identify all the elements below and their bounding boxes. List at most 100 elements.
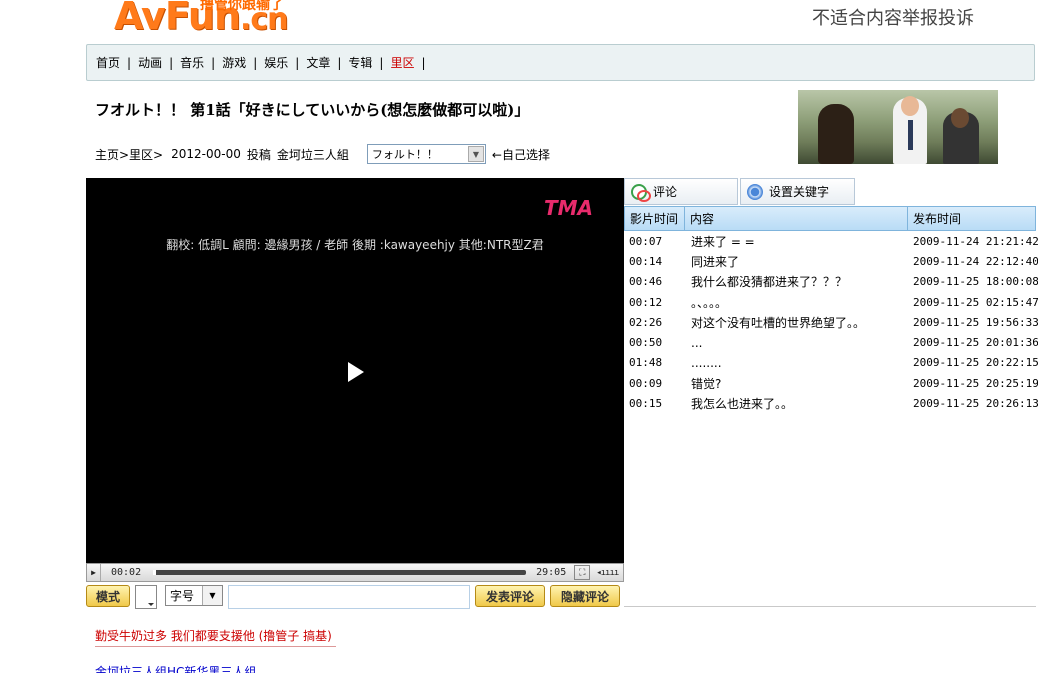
comment-content: 我怎么也进来了。。 [691,397,794,412]
nav-link[interactable]: 游戏 [222,54,246,71]
site-logo[interactable]: AvFun.cn 撸管你跟输了 [114,0,294,38]
comment-time: 00:14 [629,254,663,268]
column-header-posted[interactable]: 发布时间 [908,207,1035,230]
thumbnail-figure [943,108,979,164]
nav-link[interactable]: 文章 [306,54,330,71]
tab-keywords[interactable]: 设置关键字 [740,178,855,205]
comment-content: ........ [691,355,722,370]
comments-list: 00:07 进来了 = = 2009-11-24 21:21:42 00:14 同进来了… [624,231,1038,414]
comment-time: 00:09 [629,376,663,390]
nav-item: 游戏 | [222,54,264,71]
player-controls: ▶ 00:02 29:05 ⛶ ◂ıııı [86,563,624,582]
nav-link[interactable]: 专辑 [348,54,372,71]
comment-posted: 2009-11-24 21:21:42 [913,234,1038,248]
nav-link[interactable]: 动画 [138,54,162,71]
nav-separator: | [421,55,426,70]
post-comment-button[interactable]: 发表评论 [475,585,545,607]
mode-button[interactable]: 模式 [86,585,130,607]
comment-time: 00:50 [629,336,663,350]
current-time: 00:02 [111,567,142,578]
hide-comments-button[interactable]: 隐藏评论 [550,585,620,607]
comment-row[interactable]: 00:50... 2009-11-25 20:01:36 [624,332,1038,352]
play-pause-button[interactable]: ▶ [87,564,101,581]
uploader-name[interactable]: 金坷垃三人組 [277,146,349,163]
comment-row[interactable]: 00:15 我怎么也进来了。。 2009-11-25 20:26:13 [624,393,1038,413]
column-header-content[interactable]: 内容 [685,207,908,230]
comment-time: 00:12 [629,295,663,309]
comment-time: 01:48 [629,356,663,370]
nav-separator: | [253,55,258,70]
nav-item: 里区 | [390,54,432,71]
gear-icon [747,183,763,200]
logo-tagline: 撸管你跟输了 [200,0,284,13]
comment-time: 02:26 [629,315,663,329]
font-size-label: 字号 [170,589,195,603]
report-content-link[interactable]: 不适合内容举报投诉 [812,4,974,30]
main-navigation: 首页 | 动画 | 音乐 | 游戏 | 娱乐 | 文章 | 专辑 | 里区 | [86,44,1035,81]
comment-posted: 2009-11-24 22:12:40 [913,254,1038,268]
comment-row[interactable]: 00:14 同进来了 2009-11-24 22:12:40 [624,251,1038,271]
comment-posted: 2009-11-25 20:25:19 [913,376,1038,390]
color-picker[interactable] [135,585,157,609]
comment-content: 。、。。。 [691,295,728,310]
part-select-value: フォルト！！ [371,148,438,161]
chevron-down-icon[interactable]: ▼ [202,586,222,605]
comment-time: 00:15 [629,397,663,411]
nav-item: 音乐 | [180,54,222,71]
nav-separator: | [127,55,132,70]
font-size-select[interactable]: 字号 ▼ [165,585,223,606]
comment-icon [631,183,651,202]
chevron-down-icon[interactable]: ▼ [467,146,484,162]
comment-content: 同进来了 [691,254,740,269]
comment-row[interactable]: 02:26 对这个没有吐槽的世界绝望了。。 2009-11-25 19:56:33 [624,312,1038,332]
notice-link[interactable]: 勤受牛奶过多 我们都要支援他 (撸管子 搞基) [95,627,336,647]
subtitle-credits: 翻校: 低調L 顧問: 邊緣男孩 / 老師 後期 :kawayeehjy 其他:… [166,238,544,252]
comment-time: 00:07 [629,234,663,248]
comment-posted: 2009-11-25 20:01:36 [913,336,1038,350]
part-select-hint: ←自己选择 [491,147,550,162]
comment-row[interactable]: 00:12 。、。。。 2009-11-25 02:15:47 [624,292,1038,312]
part-select[interactable]: フォルト！！ ▼ [366,144,486,164]
comments-panel: 评论 设置关键字 影片时间 内容 发布时间 00:07 进来了 = = 2009-1… [624,178,1038,607]
breadcrumb[interactable]: 主页>里区> [95,146,163,163]
video-player[interactable]: TMA 翻校: 低調L 顧問: 邊緣男孩 / 老師 後期 :kawayeehjy… [86,178,624,563]
studio-watermark: TMA [544,196,594,220]
seek-bar[interactable] [153,570,527,575]
nav-separator: | [211,55,216,70]
comment-content: 对这个没有吐槽的世界绝望了。。 [691,315,866,330]
nav-separator: | [337,55,342,70]
column-header-time[interactable]: 影片时间 [625,207,685,230]
nav-separator: | [169,55,174,70]
seek-bar-fill [153,570,157,575]
nav-link[interactable]: 娱乐 [264,54,288,71]
comment-posted: 2009-11-25 20:22:15 [913,356,1038,370]
nav-link[interactable]: 音乐 [180,54,204,71]
comment-row[interactable]: 00:09 错觉? 2009-11-25 20:25:19 [624,373,1038,393]
play-icon[interactable] [348,362,364,382]
comment-posted: 2009-11-25 02:15:47 [913,295,1038,309]
nav-separator: | [379,55,384,70]
tab-comments[interactable]: 评论 [624,178,738,205]
nav-link[interactable]: 首页 [96,54,120,71]
comment-row[interactable]: 00:07 进来了 = = 2009-11-24 21:21:42 [624,231,1038,251]
comment-input[interactable] [228,585,470,609]
comment-content: ... [691,335,703,350]
comment-posted: 2009-11-25 19:56:33 [913,315,1038,329]
comment-toolbar: 模式 字号 ▼ 发表评论 隐藏评论 [86,584,624,610]
fullscreen-icon[interactable]: ⛶ [574,565,591,580]
nav-item: 专辑 | [348,54,390,71]
video-title: フオルト！！ 第1話「好きにしていいから(想怎麼做都可以啦)」 [95,101,530,119]
comment-row[interactable]: 00:46 我什么都没猜都进来了？？？ 2009-11-25 18:00:08 [624,272,1038,292]
comment-content: 错觉? [691,376,722,391]
volume-icon[interactable]: ◂ıııı [596,568,619,578]
nav-link[interactable]: 里区 [390,54,414,71]
upload-action: 投稿 [246,147,271,162]
video-thumbnail[interactable] [798,90,998,164]
related-link[interactable]: 金坷垃三人组HC新华黑三人组 [95,663,256,673]
total-time: 29:05 [536,567,567,578]
tab-label: 设置关键字 [769,185,830,199]
nav-item: 首页 | [96,54,138,71]
comment-row[interactable]: 01:48........ 2009-11-25 20:22:15 [624,353,1038,373]
comment-time: 00:46 [629,275,663,289]
comment-posted: 2009-11-25 18:00:08 [913,275,1038,289]
